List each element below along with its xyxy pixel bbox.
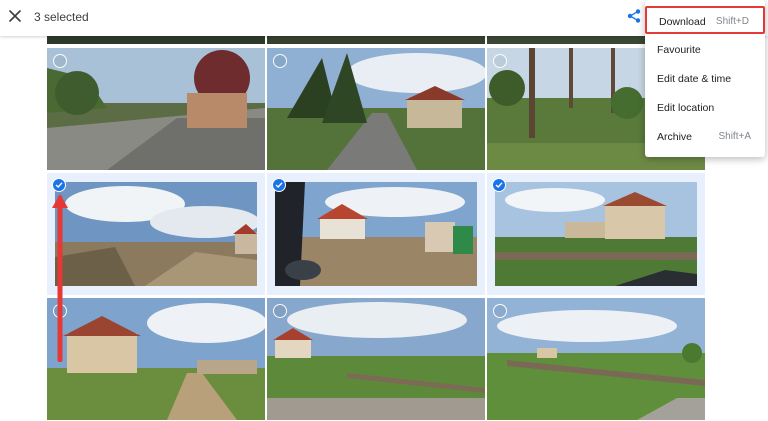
- menu-item-archive[interactable]: Archive Shift+A: [645, 123, 765, 151]
- photo-tile[interactable]: [267, 173, 485, 295]
- close-icon: [9, 9, 21, 27]
- select-checkbox[interactable]: [493, 54, 507, 68]
- share-button[interactable]: [624, 8, 644, 28]
- photo-tile[interactable]: [47, 298, 265, 420]
- photo-image: [267, 48, 485, 170]
- photo-tile[interactable]: [487, 298, 705, 420]
- menu-item-label: Download: [659, 16, 706, 28]
- photo-image: [267, 298, 485, 420]
- select-checkbox-checked[interactable]: [52, 178, 66, 192]
- photo-image: [55, 182, 257, 286]
- photo-image: [487, 298, 705, 420]
- share-icon: [626, 8, 642, 29]
- menu-item-shortcut: Shift+A: [718, 131, 751, 142]
- select-checkbox-checked[interactable]: [272, 178, 286, 192]
- menu-item-label: Edit date & time: [657, 73, 732, 85]
- select-checkbox[interactable]: [273, 304, 287, 318]
- menu-item-edit-date-time[interactable]: Edit date & time: [645, 65, 765, 93]
- photo-tile[interactable]: [267, 48, 485, 170]
- menu-item-label: Archive: [657, 131, 693, 143]
- photo-image: [275, 182, 477, 286]
- photo-tile[interactable]: [47, 48, 265, 170]
- selected-count: 3 selected: [34, 10, 89, 24]
- photo-tile[interactable]: [267, 298, 485, 420]
- more-options-menu: Download Shift+D Favourite Edit date & t…: [645, 0, 765, 157]
- photo-grid: [47, 36, 705, 420]
- photo-image: [47, 48, 265, 170]
- select-checkbox-checked[interactable]: [492, 178, 506, 192]
- select-checkbox[interactable]: [493, 304, 507, 318]
- select-checkbox[interactable]: [53, 54, 67, 68]
- photo-tile-partial-1[interactable]: [47, 36, 265, 44]
- menu-item-favourite[interactable]: Favourite: [645, 36, 765, 64]
- annotation-arrow: [52, 194, 68, 362]
- photo-tile-partial-2[interactable]: [267, 36, 485, 44]
- menu-item-label: Edit location: [657, 102, 715, 114]
- menu-item-download[interactable]: Download Shift+D: [645, 6, 765, 34]
- menu-item-edit-location[interactable]: Edit location: [645, 94, 765, 122]
- menu-item-shortcut: Shift+D: [715, 16, 749, 27]
- close-selection-button[interactable]: [4, 7, 26, 29]
- menu-item-label: Favourite: [657, 44, 701, 56]
- photo-image: [495, 182, 697, 286]
- select-checkbox[interactable]: [273, 54, 287, 68]
- photo-image: [47, 298, 265, 420]
- photo-tile[interactable]: [47, 173, 265, 295]
- photo-tile[interactable]: [487, 173, 705, 295]
